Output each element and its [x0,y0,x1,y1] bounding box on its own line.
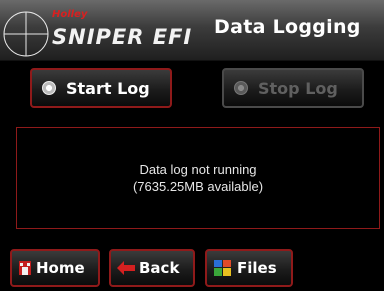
radio-icon [234,81,248,95]
files-label: Files [237,259,277,277]
home-icon [18,260,32,276]
files-icon [213,259,233,277]
home-button[interactable]: Home [10,249,100,287]
log-status-panel: Data log not running (7635.25MB availabl… [16,127,380,229]
sniper-efi-logo: Holley SNIPER EFI [3,9,192,57]
arrow-left-icon [117,261,135,275]
files-button[interactable]: Files [205,249,293,287]
logo-brand: Holley [52,9,88,20]
page-title: Data Logging [214,16,361,38]
home-label: Home [36,259,85,277]
log-status-text: Data log not running [139,162,257,177]
logo-wordmark: SNIPER EFI [52,25,192,49]
back-label: Back [139,259,180,277]
radio-icon [42,81,56,95]
back-button[interactable]: Back [109,249,195,287]
stop-log-label: Stop Log [258,78,338,98]
start-log-label: Start Log [66,78,150,98]
start-log-button[interactable]: Start Log [30,68,172,108]
header-bar: Holley SNIPER EFI Data Logging [0,0,384,61]
stop-log-button[interactable]: Stop Log [222,68,364,108]
storage-available-text: (7635.25MB available) [132,179,264,194]
